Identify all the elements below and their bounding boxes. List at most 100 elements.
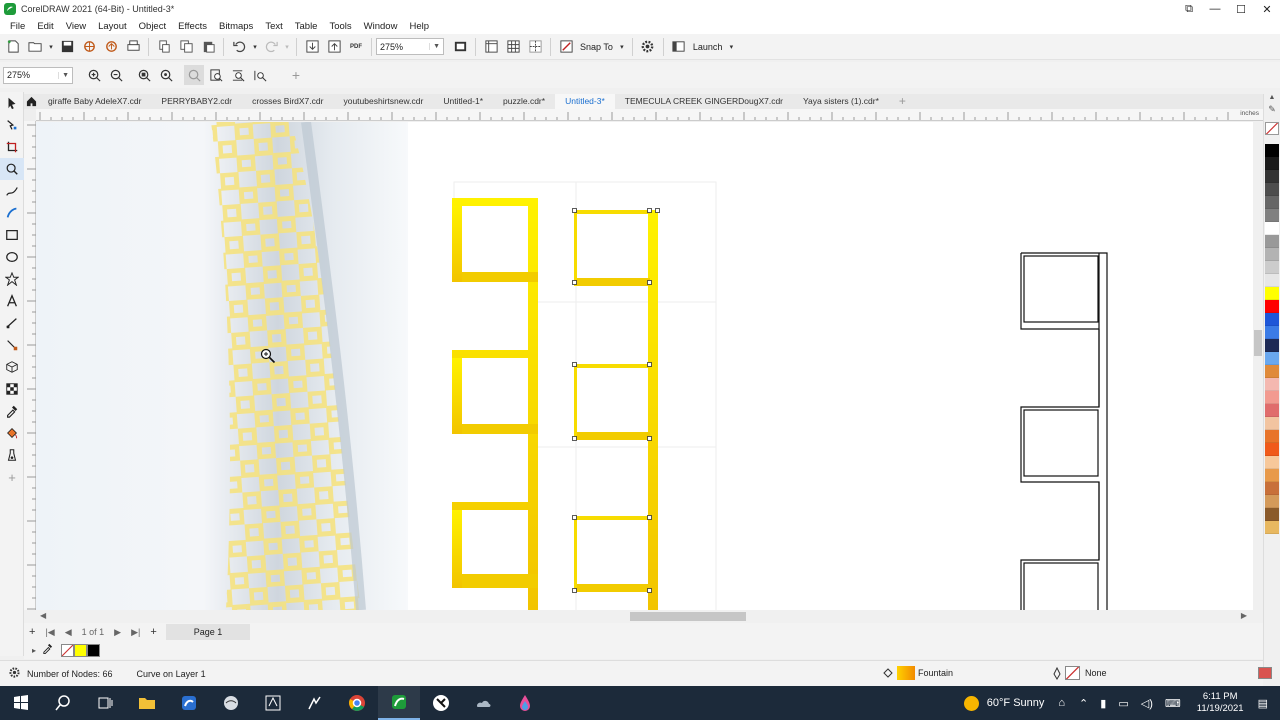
interactive-fill-tool-icon[interactable]	[0, 422, 24, 444]
status-settings-gear-icon[interactable]	[8, 666, 21, 682]
zoom-to-page-height-icon[interactable]	[228, 65, 248, 85]
shape-tool-icon[interactable]	[0, 114, 24, 136]
palette-swatch[interactable]	[1265, 183, 1279, 196]
palette-swatch[interactable]	[1265, 378, 1279, 391]
previous-page-icon[interactable]: ◀	[65, 627, 72, 638]
add-page-after-icon[interactable]: +	[150, 626, 156, 638]
open-dropdown-chevron-icon[interactable]: ▾	[47, 37, 55, 57]
show-guidelines-icon[interactable]	[525, 37, 545, 57]
menu-help[interactable]: Help	[403, 21, 435, 32]
doc-tab-yaya-sisters[interactable]: Yaya sisters (1).cdr*	[793, 94, 889, 109]
export-icon[interactable]	[324, 37, 344, 57]
palette-swatch[interactable]	[1265, 209, 1279, 222]
search-content-icon[interactable]	[79, 37, 99, 57]
zoom-one-shot-icon[interactable]	[250, 65, 270, 85]
zoom-levels-combo[interactable]: 275% ▼	[3, 66, 73, 84]
palette-swatch[interactable]	[1265, 352, 1279, 365]
upload-icon[interactable]	[101, 37, 121, 57]
restore-sub-window-button[interactable]: ⧉	[1176, 0, 1202, 18]
palette-swatch[interactable]	[1265, 443, 1279, 456]
outline-swatch[interactable]	[1065, 666, 1080, 680]
palette-swatch[interactable]	[1265, 313, 1279, 326]
menu-text[interactable]: Text	[259, 21, 288, 32]
doc-tab-crosses-bird[interactable]: crosses BirdX7.cdr	[242, 94, 333, 109]
menu-tools[interactable]: Tools	[323, 21, 357, 32]
print-icon[interactable]	[123, 37, 143, 57]
file-explorer-icon[interactable]	[126, 686, 168, 720]
next-page-icon[interactable]: ▶	[114, 627, 121, 638]
snap-to-chevron-down-icon[interactable]: ▾	[617, 37, 627, 57]
palette-swatch[interactable]	[1265, 430, 1279, 443]
save-icon[interactable]	[57, 37, 77, 57]
redo-icon[interactable]	[261, 37, 281, 57]
zoom-to-page-icon[interactable]	[184, 65, 204, 85]
zoom-to-all-objects-icon[interactable]	[156, 65, 176, 85]
color-styles-icon[interactable]	[1258, 667, 1272, 679]
palette-scroll-up-icon[interactable]: ▲	[1264, 94, 1280, 104]
zoom-level-combo[interactable]: 275% ▼	[376, 38, 444, 55]
palette-swatch[interactable]	[1265, 326, 1279, 339]
windows-start-icon[interactable]	[0, 686, 42, 720]
chrome-icon[interactable]	[336, 686, 378, 720]
connector-tool-icon[interactable]	[0, 334, 24, 356]
import-icon[interactable]	[302, 37, 322, 57]
app-cloud-icon[interactable]	[462, 686, 504, 720]
palette-swatch[interactable]	[1265, 274, 1279, 287]
palette-swatch[interactable]	[1265, 495, 1279, 508]
palette-swatch[interactable]	[1265, 248, 1279, 261]
yellow-stepped-outline[interactable]	[452, 198, 538, 610]
palette-swatch[interactable]	[1265, 456, 1279, 469]
publish-to-pdf-icon[interactable]: PDF	[346, 37, 366, 57]
horizontal-scrollbar[interactable]: ◀ ▶	[36, 610, 1253, 623]
vertical-scrollbar[interactable]	[1253, 122, 1263, 610]
add-page-before-icon[interactable]: +	[29, 626, 35, 638]
color-drop-app-icon[interactable]	[504, 686, 546, 720]
scroll-left-icon[interactable]: ◀	[40, 611, 46, 620]
snap-to-icon[interactable]	[556, 37, 576, 57]
menu-view[interactable]: View	[60, 21, 92, 32]
smart-fill-tool-icon[interactable]	[0, 444, 24, 466]
cut-icon[interactable]	[154, 37, 174, 57]
doc-tab-puzzle[interactable]: puzzle.cdr*	[493, 94, 555, 109]
palette-swatch[interactable]	[1265, 417, 1279, 430]
scroll-right-icon[interactable]: ▶	[1241, 611, 1247, 620]
ellipse-tool-icon[interactable]	[0, 246, 24, 268]
notifications-icon[interactable]: ▤	[1258, 697, 1268, 710]
home-icon[interactable]	[24, 96, 38, 107]
ruler-origin[interactable]	[24, 109, 36, 121]
parallel-dimension-tool-icon[interactable]	[0, 312, 24, 334]
palette-swatch[interactable]	[1265, 391, 1279, 404]
palette-swatch[interactable]	[1265, 469, 1279, 482]
palette-swatch[interactable]	[1265, 508, 1279, 521]
transparency-tool-icon[interactable]	[0, 378, 24, 400]
doc-tab-youtubeshirtsnew[interactable]: youtubeshirtsnew.cdr	[333, 94, 433, 109]
redo-dropdown-chevron-icon[interactable]: ▾	[283, 37, 291, 57]
palette-flyout-icon[interactable]: ✎	[1264, 104, 1280, 118]
doc-tab-perrybaby2[interactable]: PERRYBABY2.cdr	[151, 94, 242, 109]
maximize-button[interactable]: ☐	[1228, 0, 1254, 18]
photo-paint-icon[interactable]	[294, 686, 336, 720]
menu-window[interactable]: Window	[358, 21, 404, 32]
doc-swatch-yellow[interactable]	[74, 643, 88, 657]
corel-app-icon[interactable]	[168, 686, 210, 720]
doc-swatch-none[interactable]	[61, 643, 75, 657]
task-view-icon[interactable]	[84, 686, 126, 720]
snap-to-label[interactable]: Snap To	[577, 42, 616, 52]
show-grid-icon[interactable]	[503, 37, 523, 57]
launch-chevron-down-icon[interactable]: ▾	[726, 37, 736, 57]
vertical-scroll-thumb[interactable]	[1254, 330, 1262, 356]
doc-tab-giraffe-baby[interactable]: giraffe Baby AdeleX7.cdr	[38, 94, 151, 109]
crop-tool-icon[interactable]	[0, 136, 24, 158]
inkscape-style-icon[interactable]	[420, 686, 462, 720]
drawing-canvas[interactable]	[36, 122, 1253, 610]
palette-swatch[interactable]	[1265, 404, 1279, 417]
doc-tab-untitled-3[interactable]: Untitled-3*	[555, 94, 615, 109]
palette-swatch[interactable]	[1265, 287, 1279, 300]
launch-label[interactable]: Launch	[690, 42, 726, 52]
show-rulers-icon[interactable]	[481, 37, 501, 57]
menu-effects[interactable]: Effects	[172, 21, 213, 32]
launch-app-icon[interactable]	[669, 37, 689, 57]
vertical-ruler[interactable]	[24, 121, 36, 610]
microphone-icon[interactable]: ▮	[1100, 697, 1106, 710]
menu-bitmaps[interactable]: Bitmaps	[213, 21, 259, 32]
